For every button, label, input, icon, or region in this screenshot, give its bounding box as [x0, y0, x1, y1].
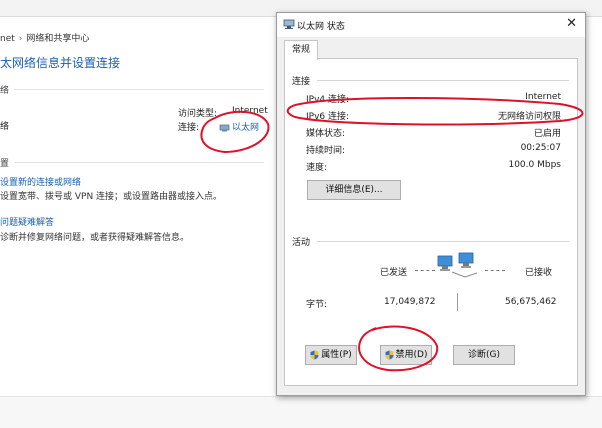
bytes-received-value: 56,675,462 — [505, 297, 557, 307]
ipv4-label: IPv4 连接: — [306, 95, 350, 105]
ipv6-label: IPv6 连接: — [306, 112, 350, 122]
bytes-divider — [457, 293, 458, 311]
sent-label: 已发送 — [380, 268, 408, 278]
network-adapter-icon — [283, 19, 295, 29]
disable-button-label: 禁用(D) — [395, 350, 428, 360]
troubleshoot-link[interactable]: 问题疑难解答 — [0, 215, 54, 228]
sent-dash-line — [415, 270, 435, 272]
ethernet-icon — [219, 124, 230, 132]
network-name: 络 — [0, 122, 10, 132]
access-type-label: 访问类型: — [178, 109, 218, 119]
troubleshoot-description: 诊断并修复网络问题，或者获得疑难解答信息。 — [0, 233, 190, 243]
diagnose-button[interactable]: 诊断(G) — [453, 345, 515, 365]
received-label: 已接收 — [525, 268, 553, 278]
page-title: 太网络信息并设置连接 — [0, 56, 121, 70]
connections-label: 连接: — [178, 123, 200, 133]
duration-label: 持续时间: — [306, 146, 346, 156]
setup-new-connection-description: 设置宽带、拨号或 VPN 连接；或设置路由器或接入点。 — [0, 192, 223, 202]
section-network-label: 络 — [0, 86, 10, 96]
uac-shield-icon — [310, 350, 319, 359]
received-dash-line — [485, 270, 505, 272]
network-activity-icon — [437, 252, 478, 278]
breadcrumb: net › 网络和共享中心 — [0, 31, 89, 44]
duration-value: 00:25:07 — [520, 143, 561, 153]
breadcrumb-item-network[interactable]: net — [0, 34, 15, 44]
speed-label: 速度: — [306, 163, 328, 173]
close-icon[interactable]: ✕ — [566, 16, 577, 31]
disable-button[interactable]: 禁用(D) — [380, 345, 432, 365]
activity-group-label: 活动 — [292, 238, 311, 248]
speed-value: 100.0 Mbps — [508, 160, 561, 170]
media-state-label: 媒体状态: — [306, 129, 346, 139]
ipv6-value: 无网络访问权限 — [497, 112, 561, 122]
section-settings-label: 置 — [0, 159, 10, 169]
bottom-strip — [0, 396, 602, 428]
properties-button[interactable]: 属性(P) — [305, 345, 357, 365]
tab-general[interactable]: 常规 — [284, 40, 318, 60]
ethernet-connection-link[interactable]: 以太网 — [219, 120, 259, 133]
access-type-value: Internet — [232, 106, 268, 116]
section-divider — [14, 89, 264, 90]
bytes-label: 字节: — [306, 300, 328, 310]
details-button[interactable]: 详细信息(E)... — [307, 180, 401, 200]
bytes-sent-value: 17,049,872 — [384, 297, 436, 307]
media-state-value: 已启用 — [533, 129, 561, 139]
general-tab-panel: 连接 IPv4 连接: Internet IPv6 连接: 无网络访问权限 媒体… — [284, 58, 578, 386]
properties-button-label: 属性(P) — [321, 350, 352, 360]
breadcrumb-item-sharing-center[interactable]: 网络和共享中心 — [26, 34, 89, 44]
breadcrumb-separator-icon: › — [18, 34, 23, 44]
ipv4-value: Internet — [525, 92, 561, 102]
dialog-titlebar[interactable]: 以太网 状态 ✕ — [277, 13, 585, 37]
section-divider — [14, 162, 264, 163]
ethernet-connection-label: 以太网 — [232, 123, 260, 133]
setup-new-connection-link[interactable]: 设置新的连接或网络 — [0, 175, 81, 188]
uac-shield-icon — [385, 350, 394, 359]
connection-group-label: 连接 — [292, 77, 311, 87]
group-divider — [317, 241, 569, 242]
dialog-title: 以太网 状态 — [297, 22, 345, 32]
ethernet-status-dialog: 以太网 状态 ✕ 常规 连接 IPv4 连接: Internet IPv6 连接… — [276, 12, 586, 396]
group-divider — [317, 80, 569, 81]
